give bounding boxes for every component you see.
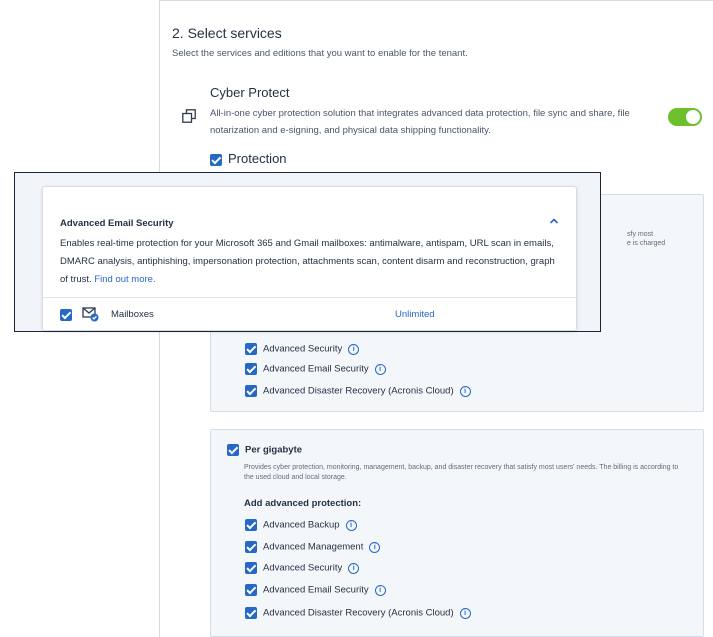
- add-advanced-protection-heading: Add advanced protection:: [244, 498, 362, 509]
- info-icon[interactable]: i: [374, 363, 386, 375]
- step-description: Select the services and editions that yo…: [172, 48, 468, 59]
- mailboxes-checkbox[interactable]: [60, 309, 72, 321]
- protection-label: Protection: [228, 151, 287, 166]
- card-description: Enables real-time protection for your Mi…: [60, 235, 565, 289]
- box1-description-fragment-2: e is charged: [627, 240, 666, 247]
- step-title: 2. Select services: [172, 25, 282, 41]
- protection-option[interactable]: Protection: [210, 151, 287, 166]
- per-gigabyte-description: Provides cyber protection, monitoring, m…: [244, 464, 679, 481]
- mailboxes-quota-value[interactable]: Unlimited: [395, 309, 435, 320]
- item-label: Advanced Email Security: [263, 584, 369, 596]
- edition-box-per-gigabyte: Per gigabyte Provides cyber protection, …: [210, 429, 704, 637]
- per-gigabyte-checkbox[interactable]: [227, 444, 239, 456]
- card-title: Advanced Email Security: [60, 218, 174, 229]
- item-label: Advanced Security: [263, 343, 343, 355]
- per-gigabyte-option[interactable]: Per gigabyte: [227, 444, 302, 456]
- checkbox[interactable]: [245, 584, 257, 596]
- service-toggle[interactable]: [668, 108, 702, 126]
- info-icon[interactable]: i: [374, 584, 386, 596]
- per-gb-item-advanced-disaster-recovery[interactable]: Advanced Disaster Recovery (Acronis Clou…: [245, 607, 471, 619]
- mailboxes-label: Mailboxes: [111, 309, 154, 320]
- box1-item-advanced-email-security[interactable]: Advanced Email Security i: [245, 363, 386, 375]
- info-icon[interactable]: i: [459, 607, 471, 619]
- info-icon[interactable]: i: [459, 385, 471, 397]
- mailboxes-row[interactable]: Mailboxes Unlimited: [60, 305, 565, 325]
- box1-description-fragment-1: sfy most: [627, 231, 654, 238]
- info-icon[interactable]: i: [345, 519, 357, 531]
- checkbox[interactable]: [245, 363, 257, 375]
- service-name: Cyber Protect: [210, 85, 290, 100]
- card-divider: [43, 297, 576, 298]
- per-gb-item-advanced-backup[interactable]: Advanced Backup i: [245, 519, 357, 531]
- mailbox-shield-icon: [82, 307, 99, 322]
- checkbox[interactable]: [245, 541, 257, 553]
- per-gb-item-advanced-management[interactable]: Advanced Management i: [245, 541, 381, 553]
- checkbox[interactable]: [245, 519, 257, 531]
- copy-squares-icon: [182, 109, 196, 123]
- advanced-email-security-card: Advanced Email Security Enables real-tim…: [42, 186, 577, 331]
- chevron-up-icon[interactable]: [548, 215, 560, 227]
- item-label: Advanced Security: [263, 562, 343, 574]
- checkbox[interactable]: [245, 607, 257, 619]
- service-description: All-in-one cyber protection solution tha…: [210, 108, 630, 136]
- checkbox[interactable]: [245, 385, 257, 397]
- per-gb-item-advanced-security[interactable]: Advanced Security i: [245, 562, 360, 574]
- per-gb-item-advanced-email-security[interactable]: Advanced Email Security i: [245, 584, 386, 596]
- protection-checkbox[interactable]: [210, 153, 222, 166]
- item-label: Advanced Backup: [263, 519, 340, 531]
- box1-item-advanced-disaster-recovery[interactable]: Advanced Disaster Recovery (Acronis Clou…: [245, 385, 471, 397]
- item-label: Advanced Management: [263, 541, 364, 553]
- info-icon[interactable]: i: [348, 343, 360, 355]
- info-icon[interactable]: i: [369, 541, 381, 553]
- checkbox[interactable]: [245, 562, 257, 574]
- info-icon[interactable]: i: [348, 562, 360, 574]
- checkbox[interactable]: [245, 343, 257, 355]
- item-label: Advanced Disaster Recovery (Acronis Clou…: [263, 385, 454, 397]
- toggle-knob: [686, 110, 700, 124]
- box1-item-advanced-security[interactable]: Advanced Security i: [245, 343, 360, 355]
- item-label: Advanced Disaster Recovery (Acronis Clou…: [263, 607, 454, 619]
- per-gigabyte-title: Per gigabyte: [245, 444, 303, 456]
- find-out-more-link[interactable]: Find out more.: [94, 274, 155, 285]
- item-label: Advanced Email Security: [263, 363, 369, 375]
- advanced-email-security-popup: Advanced Email Security Enables real-tim…: [14, 172, 601, 332]
